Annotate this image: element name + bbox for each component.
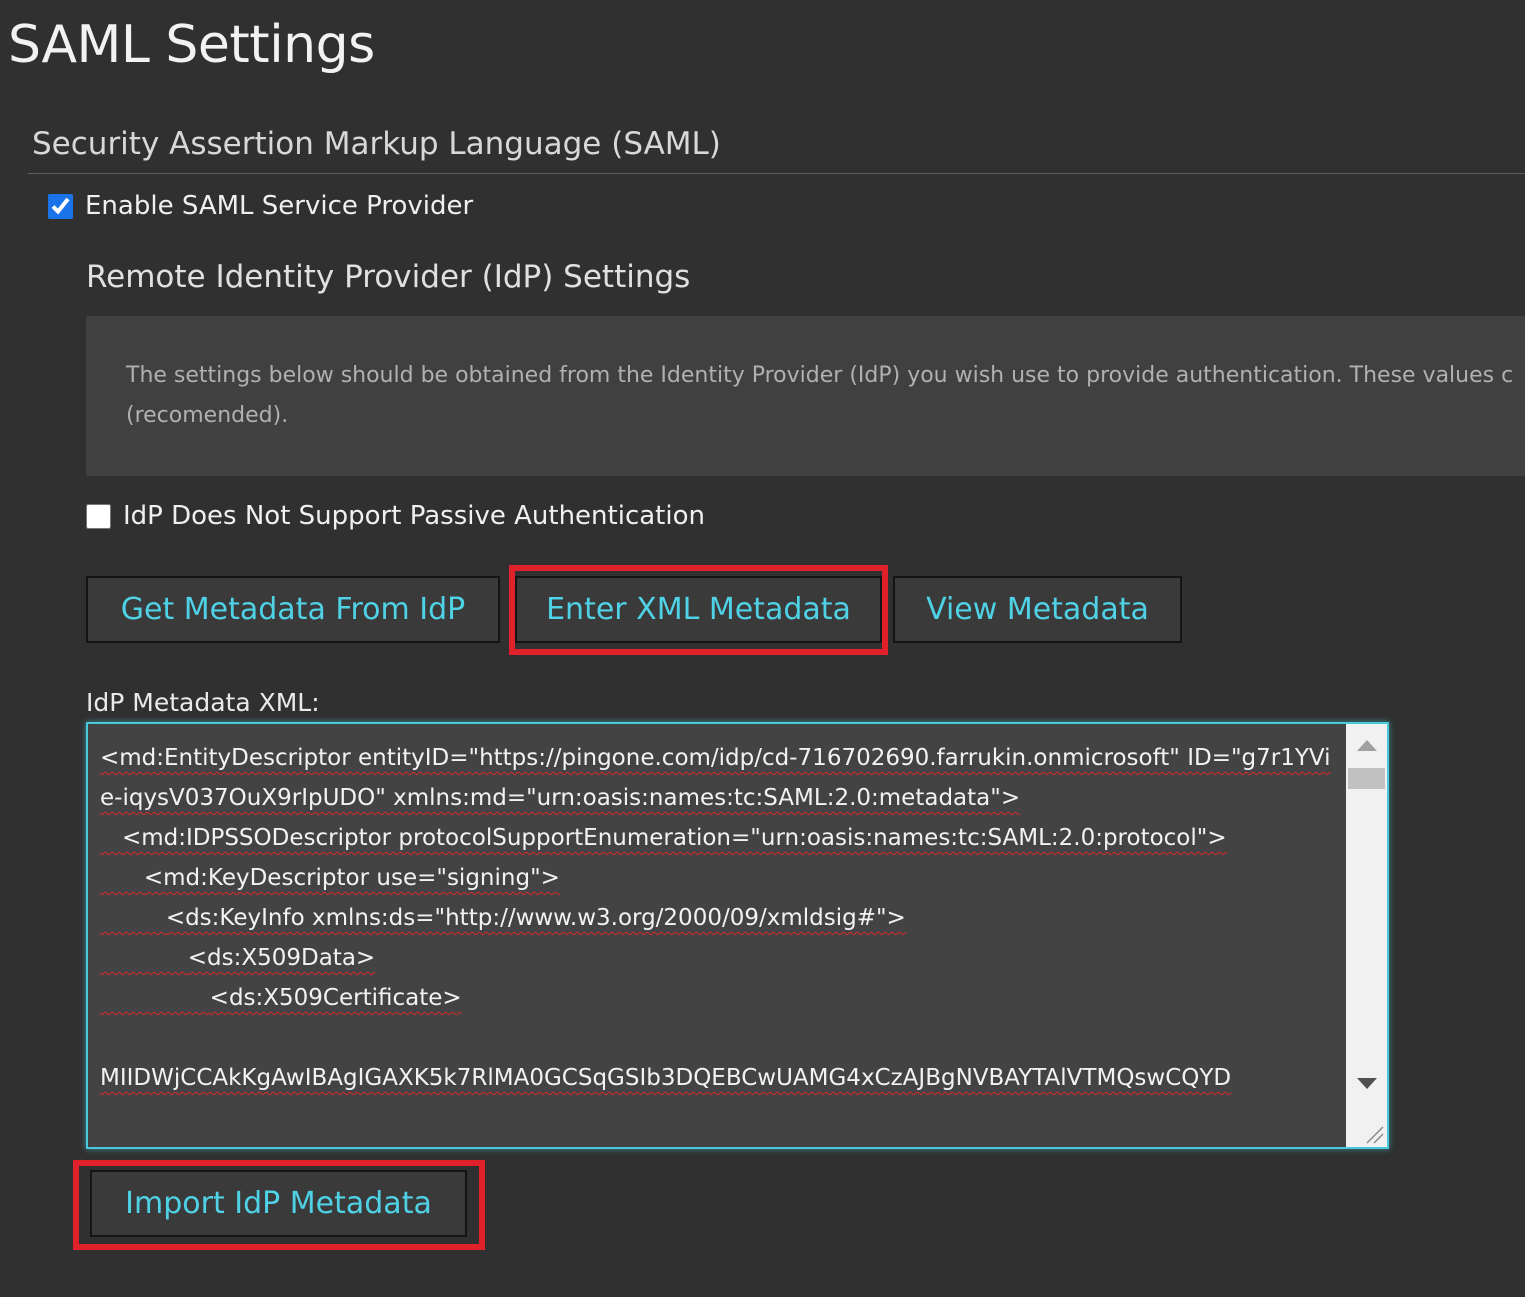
passive-auth-row[interactable]: IdP Does Not Support Passive Authenticat… [86, 500, 705, 532]
enable-saml-row[interactable]: Enable SAML Service Provider [48, 190, 473, 222]
idp-settings-title: Remote Identity Provider (IdP) Settings [86, 259, 691, 295]
scroll-up-arrow-icon[interactable] [1357, 740, 1377, 751]
view-metadata-button[interactable]: View Metadata [893, 576, 1182, 643]
page-title: SAML Settings [8, 15, 375, 75]
enable-saml-checkbox[interactable] [48, 193, 73, 219]
enter-xml-metadata-button[interactable]: Enter XML Metadata [515, 576, 882, 643]
get-metadata-button[interactable]: Get Metadata From IdP [86, 576, 500, 643]
idp-info-text: The settings below should be obtained fr… [126, 363, 1514, 428]
textarea-scrollbar[interactable] [1346, 724, 1387, 1147]
saml-section-title: Security Assertion Markup Language (SAML… [32, 126, 721, 162]
resize-grip-icon[interactable] [1363, 1123, 1385, 1145]
scroll-thumb[interactable] [1348, 768, 1385, 789]
metadata-xml-content[interactable]: <md:EntityDescriptor entityID="https://p… [100, 738, 1340, 1098]
passive-auth-checkbox[interactable] [86, 503, 111, 529]
enable-saml-label: Enable SAML Service Provider [85, 191, 474, 221]
metadata-xml-textarea[interactable]: <md:EntityDescriptor entityID="https://p… [86, 722, 1389, 1149]
import-metadata-button[interactable]: Import IdP Metadata [90, 1170, 467, 1237]
metadata-xml-label: IdP Metadata XML: [86, 688, 320, 717]
idp-info-box: The settings below should be obtained fr… [86, 316, 1525, 476]
scroll-down-arrow-icon[interactable] [1357, 1078, 1377, 1089]
section-divider [28, 173, 1525, 174]
passive-auth-label: IdP Does Not Support Passive Authenticat… [123, 501, 705, 531]
